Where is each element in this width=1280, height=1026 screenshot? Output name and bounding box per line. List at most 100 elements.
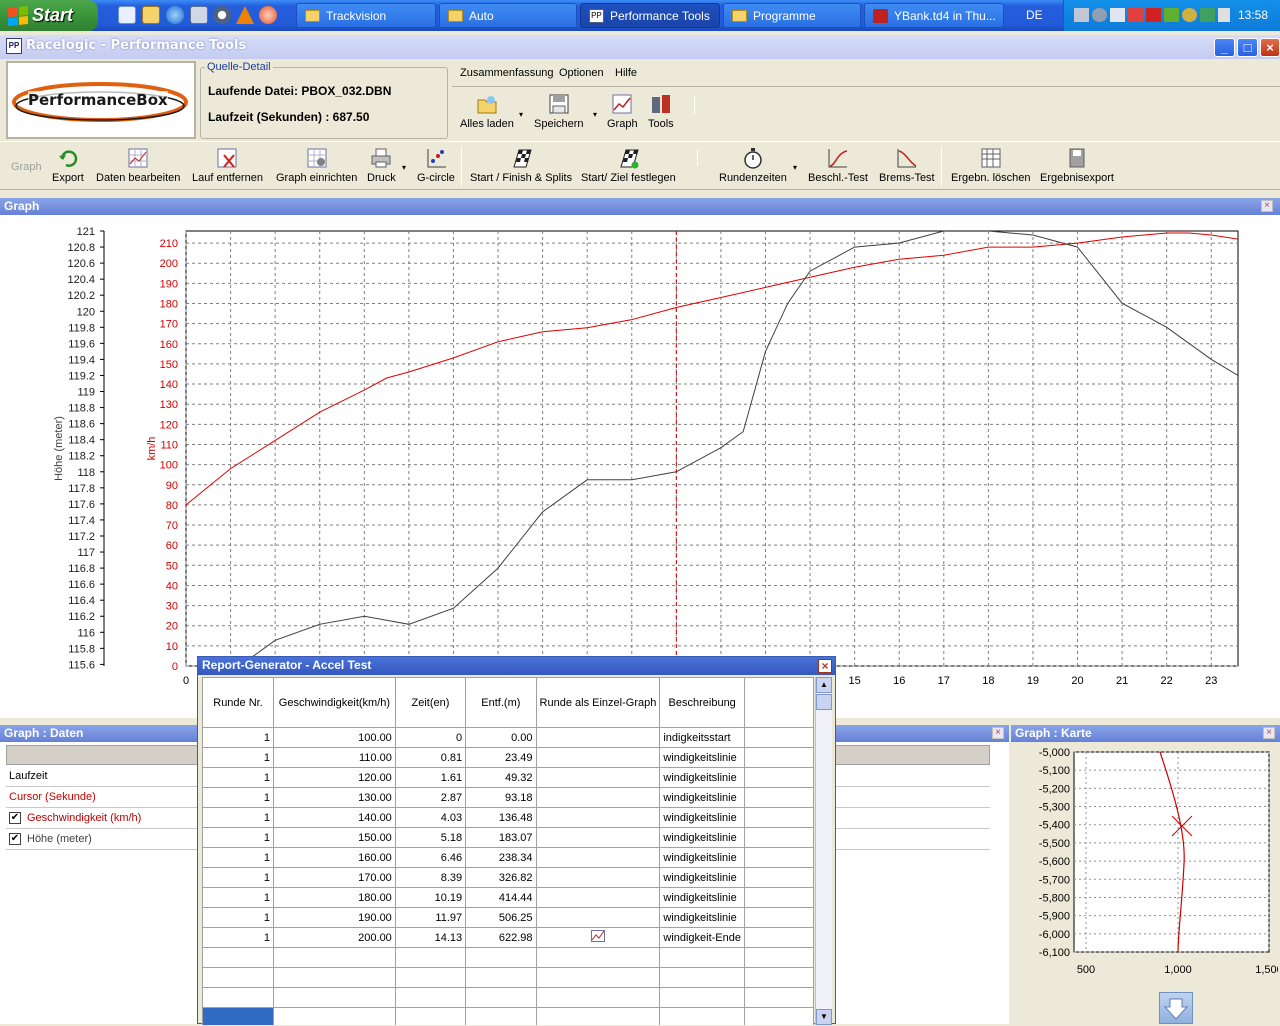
maximize-button[interactable]: □ <box>1237 38 1258 57</box>
report-row[interactable]: 1 100.00 0 0.00 indigkeitsstart <box>202 727 814 748</box>
report-cell[interactable]: 0.81 <box>394 747 467 768</box>
report-header-cell[interactable]: Beschreibung <box>659 677 745 728</box>
dropdown-arrow-icon[interactable]: ▾ <box>402 163 406 172</box>
internet-explorer-icon[interactable] <box>166 6 184 24</box>
speed-checkbox[interactable]: ✔ <box>9 812 21 824</box>
daten-bearbeiten-button[interactable]: Daten bearbeiten <box>96 147 180 184</box>
report-cell[interactable]: 1 <box>202 887 275 908</box>
report-cell[interactable]: 622.98 <box>465 927 537 948</box>
report-cell[interactable]: 110.00 <box>273 747 396 768</box>
menu-zusammenfassung[interactable]: Zusammenfassung <box>460 67 554 79</box>
report-graph-cell[interactable] <box>535 827 661 848</box>
report-empty-cell[interactable] <box>273 967 396 988</box>
report-empty-cell[interactable] <box>535 947 661 968</box>
task-auto[interactable]: Auto <box>439 3 577 28</box>
report-empty-cell[interactable] <box>659 967 745 988</box>
report-cell[interactable]: 170.00 <box>273 867 396 888</box>
report-cell[interactable]: 140.00 <box>273 807 396 828</box>
start-finish-splits-button[interactable]: Start / Finish & Splits <box>470 147 572 184</box>
report-empty-cell[interactable] <box>202 947 275 968</box>
report-cell[interactable]: 1 <box>202 727 275 748</box>
report-cell[interactable]: 190.00 <box>273 907 396 928</box>
report-empty-cell[interactable] <box>394 947 467 968</box>
report-empty-cell[interactable] <box>273 987 396 1008</box>
report-header-cell[interactable]: Geschwindigkeit(km/h) <box>273 677 396 728</box>
report-cell[interactable]: 130.00 <box>273 787 396 808</box>
dropdown-arrow-icon[interactable]: ▾ <box>793 163 797 172</box>
report-cell[interactable]: 200.00 <box>273 927 396 948</box>
report-header-cell[interactable]: Entf.(m) <box>465 677 537 728</box>
explorer-icon[interactable] <box>142 6 160 24</box>
report-cell[interactable]: 5.18 <box>394 827 467 848</box>
report-empty-cell[interactable] <box>202 987 275 1008</box>
ergebnisexport-button[interactable]: Ergebnisexport <box>1040 147 1114 184</box>
report-empty-cell[interactable] <box>465 1007 537 1025</box>
report-empty-cell[interactable] <box>394 967 467 988</box>
report-row[interactable]: 1 120.00 1.61 49.32 windigkeitslinie <box>202 767 814 788</box>
scroll-down-arrow-icon[interactable]: ▼ <box>816 1009 832 1025</box>
report-empty-cell[interactable] <box>465 967 537 988</box>
report-empty-cell[interactable] <box>202 967 275 988</box>
minimize-button[interactable]: _ <box>1214 38 1235 57</box>
report-cell[interactable]: 49.32 <box>465 767 537 788</box>
start-button[interactable]: Start <box>0 0 98 31</box>
report-cell[interactable]: 23.49 <box>465 747 537 768</box>
report-empty-cell[interactable] <box>535 967 661 988</box>
report-cell[interactable]: 1 <box>202 827 275 848</box>
ergebn-loeschen-button[interactable]: Ergebn. löschen <box>951 147 1031 184</box>
report-empty-cell[interactable] <box>273 1007 396 1025</box>
report-scrollbar[interactable]: ▲ ▼ <box>815 677 832 1025</box>
report-empty-cell[interactable] <box>744 947 814 968</box>
report-empty-cell[interactable] <box>744 987 814 1008</box>
report-empty-cell[interactable] <box>535 1007 661 1025</box>
report-cell[interactable]: 183.07 <box>465 827 537 848</box>
report-row[interactable]: 1 190.00 11.97 506.25 windigkeitslinie <box>202 907 814 928</box>
alles-laden-button[interactable]: Alles laden <box>460 93 514 130</box>
monitor-icon[interactable] <box>1110 8 1125 22</box>
scroll-thumb[interactable] <box>816 694 832 710</box>
report-cell[interactable]: windigkeitslinie <box>659 867 745 888</box>
report-row[interactable]: 1 160.00 6.46 238.34 windigkeitslinie <box>202 847 814 868</box>
report-row[interactable]: 1 110.00 0.81 23.49 windigkeitslinie <box>202 747 814 768</box>
report-cell[interactable]: 1 <box>202 767 275 788</box>
brems-test-button[interactable]: Brems-Test <box>879 147 935 184</box>
nvidia-icon[interactable] <box>1164 8 1179 22</box>
g-circle-button[interactable]: G-circle <box>417 147 455 184</box>
report-graph-cell[interactable] <box>535 787 661 808</box>
speichern-button[interactable]: Speichern <box>534 93 584 130</box>
report-empty-row[interactable] <box>202 987 814 1008</box>
report-close-button[interactable]: × <box>818 659 832 673</box>
report-cell[interactable]: 326.82 <box>465 867 537 888</box>
report-cell[interactable]: 1.61 <box>394 767 467 788</box>
report-cell[interactable]: 6.46 <box>394 847 467 868</box>
report-graph-cell[interactable] <box>535 847 661 868</box>
report-empty-cell[interactable] <box>273 947 396 968</box>
report-cell[interactable]: 414.44 <box>465 887 537 908</box>
report-empty-row[interactable] <box>202 1007 814 1025</box>
report-cell[interactable]: windigkeitslinie <box>659 827 745 848</box>
firefox-icon[interactable] <box>259 6 277 24</box>
report-cell[interactable]: 1 <box>202 747 275 768</box>
red-app-icon[interactable] <box>1146 8 1161 22</box>
show-desktop-icon[interactable] <box>118 6 136 24</box>
report-graph-cell[interactable] <box>535 747 661 768</box>
start-ziel-festlegen-button[interactable]: Start/ Ziel festlegen <box>581 147 676 184</box>
report-row[interactable]: 1 140.00 4.03 136.48 windigkeitslinie <box>202 807 814 828</box>
graph-einrichten-button[interactable]: Graph einrichten <box>276 147 357 184</box>
graph-button[interactable]: Graph <box>607 93 638 130</box>
report-empty-cell[interactable] <box>659 987 745 1008</box>
report-cell[interactable]: 8.39 <box>394 867 467 888</box>
report-cell[interactable]: 1 <box>202 847 275 868</box>
report-empty-cell[interactable] <box>744 967 814 988</box>
report-cell[interactable]: 4.03 <box>394 807 467 828</box>
report-cell[interactable]: 93.18 <box>465 787 537 808</box>
speed-altitude-chart[interactable]: 0123456789101112131415161718192021222301… <box>0 215 1276 715</box>
report-cell[interactable]: windigkeitslinie <box>659 807 745 828</box>
report-cell[interactable]: windigkeit-Ende <box>659 927 745 948</box>
report-empty-cell[interactable] <box>394 1007 467 1025</box>
report-empty-cell[interactable] <box>394 987 467 1008</box>
druck-button[interactable]: Druck <box>367 147 396 184</box>
tools-button[interactable]: Tools <box>648 93 674 130</box>
close-red-icon[interactable] <box>1128 8 1143 22</box>
report-cell[interactable]: windigkeitslinie <box>659 887 745 908</box>
